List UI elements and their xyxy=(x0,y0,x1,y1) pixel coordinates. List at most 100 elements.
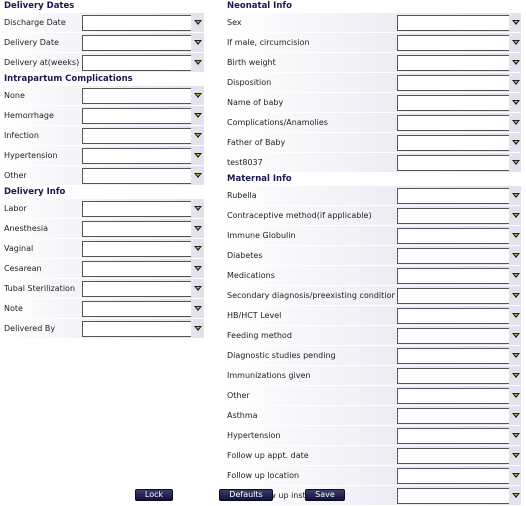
field-label: Hemorrhage xyxy=(4,111,54,120)
dropdown-arrow-button[interactable] xyxy=(510,209,521,223)
dropdown-field[interactable] xyxy=(397,287,510,304)
dropdown-arrow-button[interactable] xyxy=(510,116,521,130)
dropdown-field[interactable] xyxy=(397,427,510,444)
dropdown-field[interactable] xyxy=(82,87,191,104)
dropdown-field[interactable] xyxy=(397,487,510,504)
dropdown-arrow-button[interactable] xyxy=(192,222,203,236)
dropdown-field[interactable] xyxy=(82,54,191,71)
dropdown-field[interactable] xyxy=(82,200,191,217)
dropdown-arrow-button[interactable] xyxy=(192,36,203,50)
dropdown-arrow-icon xyxy=(511,493,520,498)
dropdown-arrow-button[interactable] xyxy=(192,56,203,70)
dropdown-arrow-button[interactable] xyxy=(510,309,521,323)
field-label: Follow up location xyxy=(227,471,300,480)
dropdown-arrow-button[interactable] xyxy=(192,109,203,123)
dropdown-field[interactable] xyxy=(397,407,510,424)
dropdown-field[interactable] xyxy=(397,207,510,224)
dropdown-arrow-button[interactable] xyxy=(510,369,521,383)
dropdown-field[interactable] xyxy=(397,347,510,364)
dropdown-field[interactable] xyxy=(397,307,510,324)
dropdown-arrow-button[interactable] xyxy=(510,229,521,243)
dropdown-arrow-button[interactable] xyxy=(510,349,521,363)
dropdown-arrow-button[interactable] xyxy=(510,16,521,30)
field-label: Discharge Date xyxy=(4,18,66,27)
dropdown-field[interactable] xyxy=(82,260,191,277)
dropdown-arrow-button[interactable] xyxy=(192,16,203,30)
dropdown-field[interactable] xyxy=(397,74,510,91)
dropdown-field[interactable] xyxy=(397,447,510,464)
dropdown-field[interactable] xyxy=(397,54,510,71)
dropdown-field[interactable] xyxy=(82,147,191,164)
form-row: Note xyxy=(2,299,204,319)
field-label: Vaginal xyxy=(4,244,34,253)
dropdown-arrow-button[interactable] xyxy=(192,169,203,183)
dropdown-field[interactable] xyxy=(397,154,510,171)
dropdown-field[interactable] xyxy=(82,320,191,337)
dropdown-field[interactable] xyxy=(82,34,191,51)
dropdown-field[interactable] xyxy=(397,267,510,284)
dropdown-arrow-button[interactable] xyxy=(192,322,203,336)
dropdown-field[interactable] xyxy=(397,187,510,204)
field-label: Delivered By xyxy=(4,324,56,333)
right-column: Neonatal Info Sex If male, circumcision Bi… xyxy=(225,0,521,506)
dropdown-arrow-button[interactable] xyxy=(510,469,521,483)
dropdown-field[interactable] xyxy=(397,227,510,244)
dropdown-arrow-button[interactable] xyxy=(510,56,521,70)
dropdown-arrow-icon xyxy=(511,140,520,145)
dropdown-arrow-button[interactable] xyxy=(510,389,521,403)
section-title: Maternal Info xyxy=(225,173,521,186)
dropdown-arrow-button[interactable] xyxy=(192,302,203,316)
dropdown-arrow-button[interactable] xyxy=(510,96,521,110)
dropdown-arrow-button[interactable] xyxy=(510,36,521,50)
dropdown-arrow-button[interactable] xyxy=(192,262,203,276)
defaults-button[interactable]: Defaults xyxy=(219,489,273,501)
dropdown-field[interactable] xyxy=(82,280,191,297)
dropdown-arrow-button[interactable] xyxy=(510,489,521,503)
lock-button[interactable]: Lock xyxy=(135,489,173,501)
dropdown-arrow-button[interactable] xyxy=(510,76,521,90)
dropdown-arrow-button[interactable] xyxy=(510,156,521,170)
dropdown-field[interactable] xyxy=(82,300,191,317)
section-title: Intrapartum Complications xyxy=(2,73,204,86)
dropdown-arrow-button[interactable] xyxy=(510,249,521,263)
dropdown-field[interactable] xyxy=(397,247,510,264)
form-row: Labor xyxy=(2,199,204,219)
dropdown-arrow-button[interactable] xyxy=(192,242,203,256)
dropdown-field[interactable] xyxy=(397,134,510,151)
dropdown-field[interactable] xyxy=(397,14,510,31)
dropdown-arrow-button[interactable] xyxy=(192,149,203,163)
field-label: Infection xyxy=(4,131,39,140)
dropdown-arrow-icon xyxy=(511,80,520,85)
dropdown-field[interactable] xyxy=(397,94,510,111)
dropdown-field[interactable] xyxy=(397,387,510,404)
dropdown-arrow-button[interactable] xyxy=(192,282,203,296)
dropdown-field[interactable] xyxy=(397,34,510,51)
dropdown-arrow-button[interactable] xyxy=(192,129,203,143)
dropdown-field[interactable] xyxy=(397,327,510,344)
dropdown-arrow-button[interactable] xyxy=(192,202,203,216)
form-row: Rubella xyxy=(225,186,521,206)
form-row: Other xyxy=(2,166,204,186)
dropdown-arrow-icon xyxy=(511,313,520,318)
dropdown-arrow-button[interactable] xyxy=(510,409,521,423)
dropdown-field[interactable] xyxy=(397,367,510,384)
dropdown-arrow-button[interactable] xyxy=(510,189,521,203)
dropdown-field[interactable] xyxy=(82,127,191,144)
dropdown-arrow-button[interactable] xyxy=(510,289,521,303)
dropdown-field[interactable] xyxy=(397,467,510,484)
dropdown-field[interactable] xyxy=(82,240,191,257)
dropdown-arrow-button[interactable] xyxy=(510,429,521,443)
dropdown-arrow-button[interactable] xyxy=(510,449,521,463)
save-button[interactable]: Save xyxy=(305,489,345,501)
dropdown-field[interactable] xyxy=(82,107,191,124)
dropdown-field[interactable] xyxy=(82,14,191,31)
dropdown-field[interactable] xyxy=(397,114,510,131)
dropdown-field[interactable] xyxy=(82,167,191,184)
dropdown-arrow-button[interactable] xyxy=(192,89,203,103)
dropdown-arrow-button[interactable] xyxy=(510,136,521,150)
dropdown-arrow-button[interactable] xyxy=(510,269,521,283)
field-label: Delivery Date xyxy=(4,38,59,47)
field-label: Rubella xyxy=(227,191,257,200)
dropdown-arrow-button[interactable] xyxy=(510,329,521,343)
dropdown-field[interactable] xyxy=(82,220,191,237)
